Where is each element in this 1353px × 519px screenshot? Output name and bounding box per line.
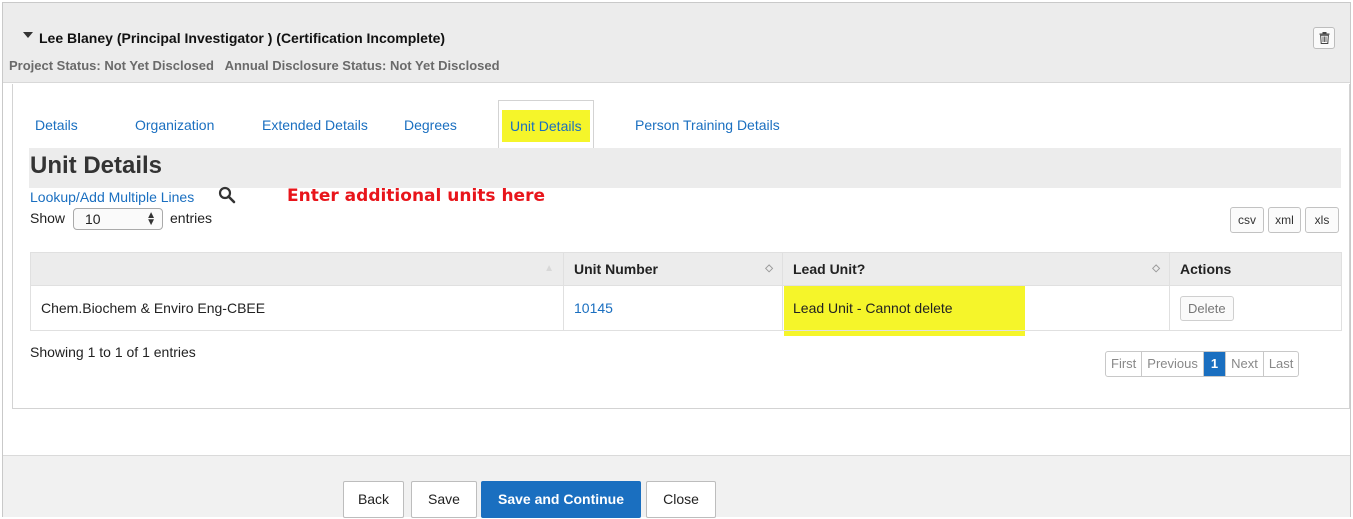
collapse-arrow-icon[interactable]	[23, 32, 33, 38]
pagination-first[interactable]: First	[1106, 352, 1143, 376]
pagination-next[interactable]: Next	[1226, 352, 1264, 376]
units-table: ▲ Unit Number ◇ Lead Unit? ◇ Actions Che…	[30, 252, 1342, 331]
lead-unit-text: Lead Unit - Cannot delete	[793, 300, 953, 316]
actions-cell: Delete	[1169, 285, 1342, 331]
annotation-callout: Enter additional units here	[287, 186, 546, 206]
tab-unit-details[interactable]: Unit Details	[498, 100, 594, 149]
person-title[interactable]: Lee Blaney (Principal Investigator ) (Ce…	[39, 30, 445, 46]
lookup-add-multiple-lines-link[interactable]: Lookup/Add Multiple Lines	[30, 189, 194, 205]
disclosure-status-line: Project Status: Not Yet Disclosed Annual…	[9, 58, 500, 73]
tab-extended-details[interactable]: Extended Details	[262, 117, 368, 133]
column-header-unit-number[interactable]: Unit Number ◇	[563, 252, 783, 286]
unit-name-cell: Chem.Biochem & Enviro Eng-CBEE	[30, 285, 564, 331]
unit-number-cell: 10145	[563, 285, 783, 331]
delete-person-button[interactable]	[1313, 27, 1335, 49]
tab-degrees[interactable]: Degrees	[404, 117, 457, 133]
annual-disclosure-status: Annual Disclosure Status: Not Yet Disclo…	[224, 58, 500, 73]
close-button[interactable]: Close	[646, 481, 716, 518]
lead-unit-cell: Lead Unit - Cannot delete	[782, 285, 1170, 331]
magnifier-icon[interactable]	[218, 186, 236, 204]
table-row: Chem.Biochem & Enviro Eng-CBEE 10145 Lea…	[30, 285, 1342, 331]
back-button[interactable]: Back	[343, 481, 404, 518]
show-label: Show	[30, 210, 66, 226]
pagination-summary: Showing 1 to 1 of 1 entries	[30, 344, 196, 360]
select-arrows-icon: ▲ ▼	[146, 210, 156, 228]
pagination-current-page[interactable]: 1	[1203, 352, 1227, 376]
export-csv-button[interactable]: csv	[1230, 207, 1264, 233]
sort-icon: ◇	[765, 263, 773, 274]
unit-number-link[interactable]: 10145	[574, 300, 613, 316]
pagination-last[interactable]: Last	[1264, 352, 1299, 376]
trash-icon	[1319, 32, 1329, 44]
save-button[interactable]: Save	[411, 481, 477, 518]
sort-icon: ◇	[1152, 263, 1160, 274]
delete-unit-button[interactable]: Delete	[1180, 295, 1234, 321]
tab-organization[interactable]: Organization	[135, 117, 214, 133]
section-header-bar	[29, 148, 1341, 188]
table-header-row: ▲ Unit Number ◇ Lead Unit? ◇ Actions	[30, 252, 1342, 286]
export-xml-button[interactable]: xml	[1268, 207, 1301, 233]
tab-details[interactable]: Details	[35, 117, 78, 133]
pagination-previous[interactable]: Previous	[1142, 352, 1204, 376]
column-header-actions: Actions	[1169, 252, 1342, 286]
save-and-continue-button[interactable]: Save and Continue	[481, 481, 641, 518]
entries-per-page-select[interactable]: 10 ▲ ▼	[73, 208, 163, 230]
entries-label: entries	[170, 210, 213, 226]
tab-person-training-details[interactable]: Person Training Details	[635, 117, 780, 133]
export-xls-button[interactable]: xls	[1305, 207, 1339, 233]
tab-bar: Details Organization Extended Details De…	[13, 100, 1333, 149]
tab-unit-details-label: Unit Details	[502, 110, 590, 142]
column-header-unit-name[interactable]: ▲	[30, 252, 564, 286]
sort-icon: ▲	[544, 263, 554, 274]
pagination: First Previous 1 Next Last	[1105, 351, 1300, 377]
section-title: Unit Details	[30, 152, 163, 179]
column-header-lead-unit[interactable]: Lead Unit? ◇	[782, 252, 1170, 286]
entries-selected-value: 10	[85, 211, 101, 227]
project-status: Project Status: Not Yet Disclosed	[9, 58, 214, 73]
